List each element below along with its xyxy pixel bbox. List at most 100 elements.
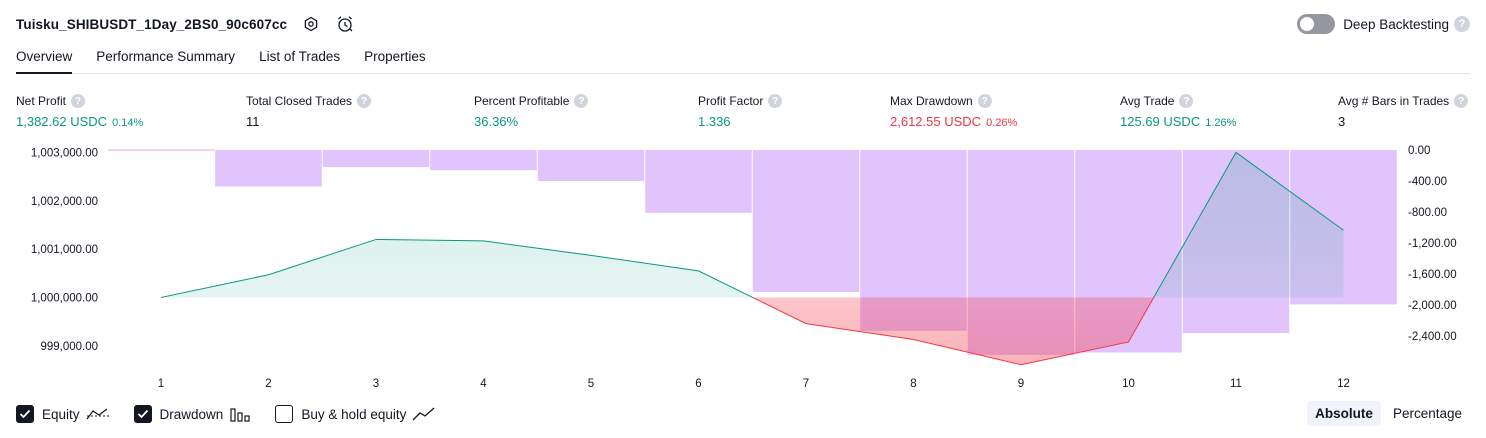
drawdown-bar: [645, 150, 752, 213]
help-icon[interactable]: ?: [977, 94, 992, 108]
strategy-header: Tuisku_SHIBUSDT_1Day_2BS0_90c607cc: [16, 12, 355, 36]
stat-value-text: 11: [246, 114, 260, 129]
x-tick-label: 5: [588, 378, 594, 390]
stat-percent-profitable: Percent Profitable? 36.36%: [474, 94, 589, 129]
y-right-tick-label: -1,600.00: [1408, 269, 1457, 281]
tab-list-of-trades[interactable]: List of Trades: [259, 46, 340, 74]
stat-avg-bars-in-trades: Avg # Bars in Trades? 3: [1338, 94, 1469, 129]
stat-label-text: Max Drawdown: [890, 94, 973, 108]
help-icon[interactable]: ?: [1454, 94, 1469, 108]
stat-value-text: 3: [1338, 114, 1346, 129]
deep-backtesting: Deep Backtesting ?: [1297, 12, 1470, 36]
stat-value-text: 1.336: [698, 114, 731, 129]
y-left-tick-label: 1,000,000.00: [31, 292, 98, 304]
stat-value: 125.69 USDC 1.26%: [1120, 114, 1236, 129]
stat-value-text: 125.69 USDC: [1120, 114, 1201, 129]
drawdown-bar: [322, 150, 430, 168]
x-tick-label: 8: [910, 378, 916, 390]
tab-performance-summary[interactable]: Performance Summary: [96, 46, 235, 74]
checkbox[interactable]: [275, 405, 294, 423]
deep-backtesting-toggle[interactable]: [1297, 14, 1336, 34]
stat-percent: 0.26%: [986, 117, 1018, 129]
help-icon[interactable]: ?: [1179, 94, 1194, 108]
equity-drawdown-chart: 1,003,000.00 1,002,000.00 1,001,000.00 1,00…: [31, 145, 1457, 390]
x-tick-label: 11: [1230, 378, 1242, 390]
legend-equity[interactable]: Equity: [16, 405, 110, 423]
help-icon[interactable]: ?: [574, 94, 589, 108]
x-tick-label: 4: [480, 378, 487, 390]
chart-legend: Equity Drawdown Buy & hold equity: [16, 402, 460, 426]
deep-backtesting-label: Deep Backtesting: [1343, 16, 1449, 32]
stat-value-text: 36.36%: [474, 114, 519, 129]
alert-clock-icon[interactable]: [335, 14, 355, 34]
percentage-button[interactable]: Percentage: [1385, 401, 1470, 426]
y-right-tick-label: -2,000.00: [1408, 300, 1457, 312]
drawdown-bar: [215, 150, 322, 187]
y-right-tick-label: -2,400.00: [1408, 331, 1457, 343]
stat-value-text: 1,382.62 USDC: [16, 114, 108, 129]
absolute-button[interactable]: Absolute: [1307, 401, 1381, 426]
help-icon[interactable]: ?: [1454, 16, 1470, 32]
stat-value: 3: [1338, 114, 1468, 129]
stat-label-text: Avg # Bars in Trades: [1338, 94, 1450, 108]
legend-buy-hold-equity[interactable]: Buy & hold equity: [275, 405, 436, 423]
stat-value: 1.336: [698, 114, 782, 129]
strategy-name: Tuisku_SHIBUSDT_1Day_2BS0_90c607cc: [16, 16, 288, 32]
stat-net-profit: Net Profit? 1,382.62 USDC 0.14%: [16, 94, 143, 129]
drawdown-bar: [430, 150, 537, 171]
stat-label: Profit Factor?: [698, 94, 783, 108]
x-tick-label: 3: [373, 378, 379, 390]
drawdown-bar: [537, 150, 645, 182]
stat-label-text: Percent Profitable: [474, 94, 570, 108]
drawdown-bar: [752, 150, 860, 292]
stat-value: 11: [246, 114, 371, 129]
x-tick-label: 10: [1122, 378, 1135, 390]
stat-label: Max Drawdown?: [890, 94, 1017, 108]
x-tick-label: 6: [695, 378, 701, 390]
legend-drawdown[interactable]: Drawdown: [133, 405, 252, 423]
y-left-tick-label: 1,001,000.00: [31, 244, 98, 256]
stat-total-closed-trades: Total Closed Trades? 11: [246, 94, 372, 129]
stat-value: 2,612.55 USDC 0.26%: [890, 114, 1017, 129]
checkbox[interactable]: [133, 405, 152, 423]
stat-label-text: Net Profit: [16, 94, 67, 108]
stat-label: Net Profit?: [16, 94, 143, 108]
x-tick-label: 12: [1337, 378, 1350, 390]
tab-properties[interactable]: Properties: [364, 46, 426, 74]
x-tick-label: 1: [158, 378, 164, 390]
y-right-tick-label: -1,200.00: [1408, 238, 1457, 250]
stat-label: Percent Profitable?: [474, 94, 589, 108]
y-right-tick-label: 0.00: [1408, 145, 1430, 157]
x-tick-label: 7: [803, 378, 809, 390]
stat-percent: 1.26%: [1205, 117, 1237, 129]
tab-overview[interactable]: Overview: [16, 46, 73, 74]
x-tick-label: 2: [265, 378, 271, 390]
settings-icon[interactable]: [301, 14, 321, 34]
legend-label: Buy & hold equity: [301, 406, 407, 422]
y-right-tick-label: -400.00: [1408, 176, 1447, 188]
y-left-tick-label: 1,002,000.00: [31, 196, 98, 208]
stat-label: Avg Trade?: [1120, 94, 1236, 108]
toggle-knob: [1300, 17, 1315, 31]
stat-value: 1,382.62 USDC 0.14%: [16, 114, 143, 129]
stat-label-text: Profit Factor: [698, 94, 764, 108]
stat-value: 36.36%: [474, 114, 588, 129]
stat-avg-trade: Avg Trade? 125.69 USDC 1.26%: [1120, 94, 1236, 129]
drawdown-bars-icon: [229, 406, 251, 422]
checkbox[interactable]: [16, 405, 34, 423]
value-mode-switch: Absolute Percentage: [1303, 401, 1470, 426]
stat-value-text: 2,612.55 USDC: [890, 114, 982, 129]
help-icon[interactable]: ?: [71, 94, 86, 108]
stat-percent: 0.14%: [112, 117, 144, 129]
stat-label: Avg # Bars in Trades?: [1338, 94, 1469, 108]
y-left-tick-label: 999,000.00: [40, 341, 98, 353]
help-icon[interactable]: ?: [768, 94, 783, 108]
y-left-tick-label: 1,003,000.00: [31, 147, 98, 159]
legend-label: Equity: [42, 406, 80, 422]
stat-label-text: Total Closed Trades: [246, 94, 353, 108]
stat-profit-factor: Profit Factor? 1.336: [698, 94, 783, 129]
help-icon[interactable]: ?: [357, 94, 372, 108]
stat-label: Total Closed Trades?: [246, 94, 372, 108]
y-right-tick-label: -800.00: [1408, 207, 1447, 219]
stat-label-text: Avg Trade: [1120, 94, 1175, 108]
